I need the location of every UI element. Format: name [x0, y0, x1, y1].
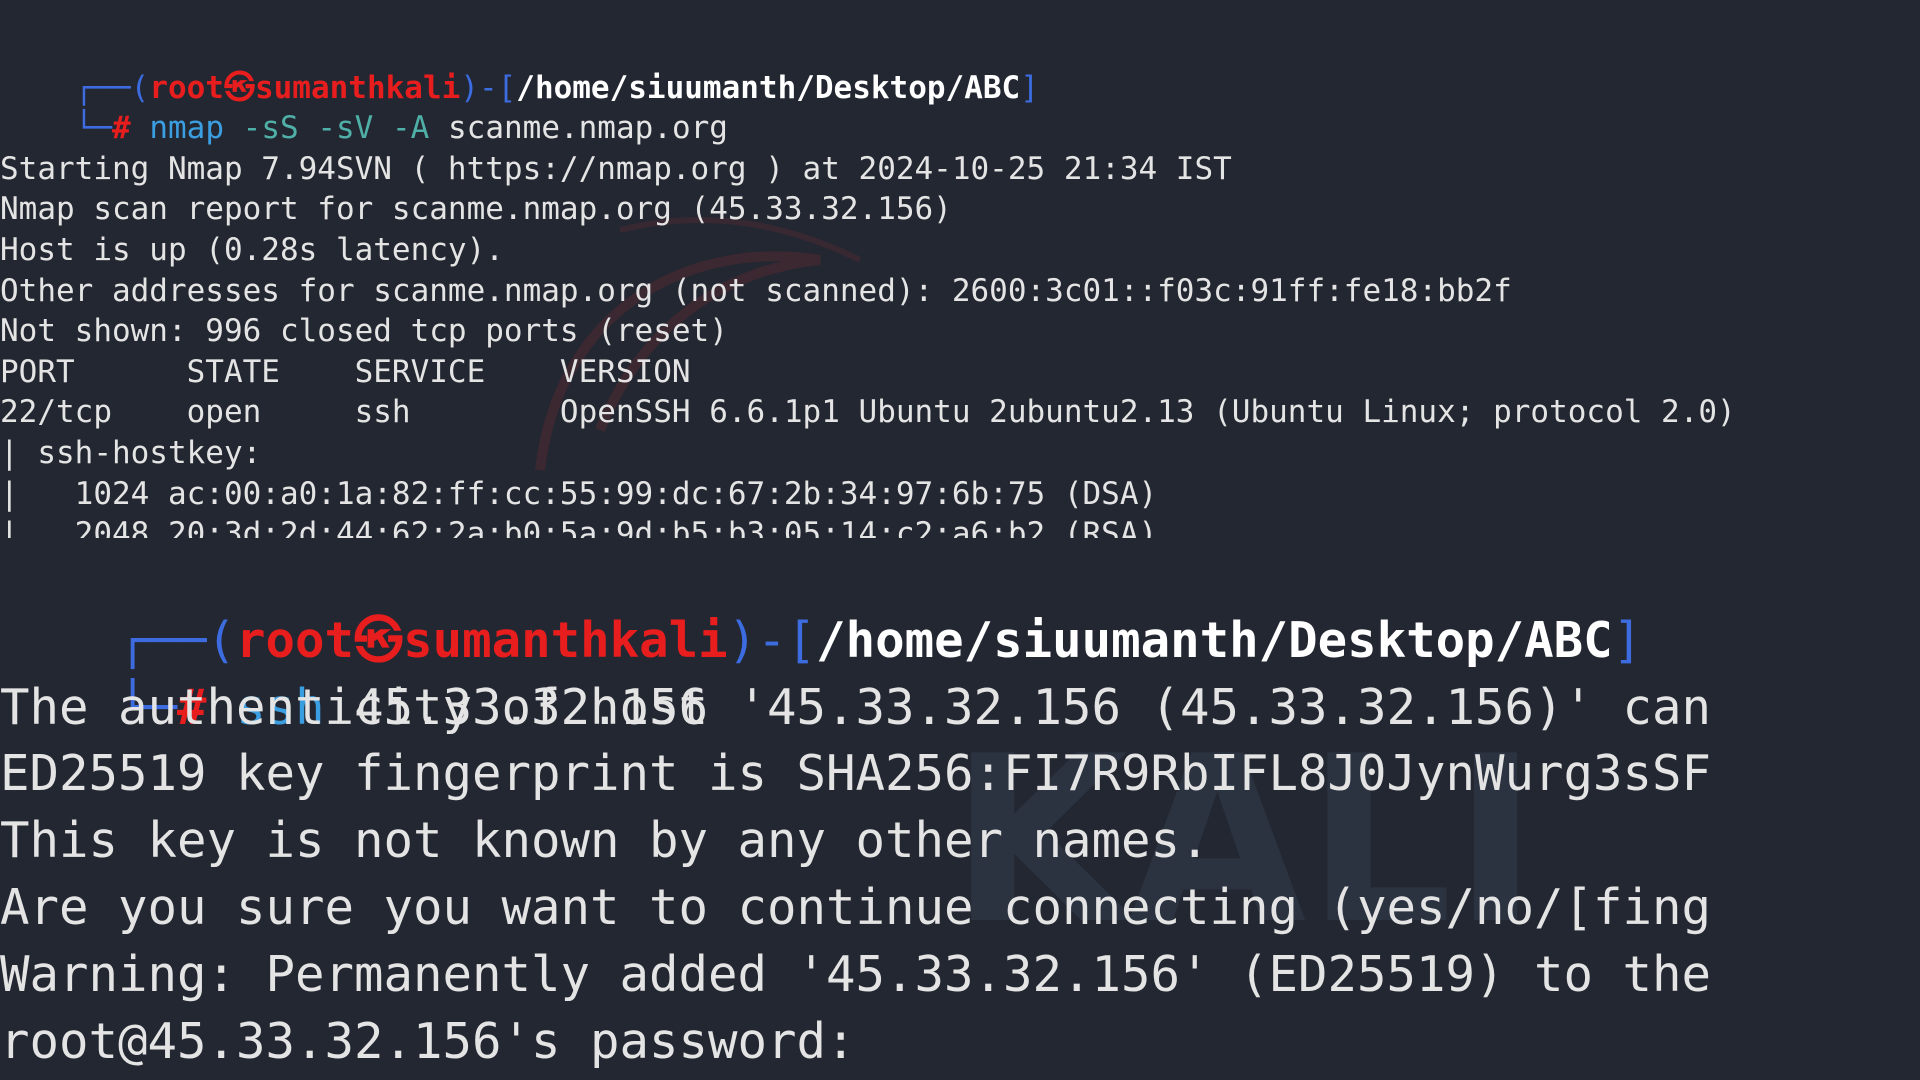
- command-name: nmap: [149, 110, 224, 147]
- terminal-pane-nmap[interactable]: ┌──(root㉿sumanthkali)-[/home/siuumanth/D…: [0, 0, 1920, 538]
- output-line: Other addresses for scanme.nmap.org (not…: [0, 272, 1512, 309]
- output-line: Are you sure you want to continue connec…: [0, 878, 1712, 936]
- output-line: Nmap scan report for scanme.nmap.org (45…: [0, 191, 952, 228]
- output-line: ED25519 key fingerprint is SHA256:FI7R9R…: [0, 745, 1712, 803]
- prompt-line: ┌──(root㉿sumanthkali)-[/home/siuumanth/D…: [0, 541, 1920, 669]
- output-line: This key is not known by any other names…: [0, 812, 1210, 870]
- output-line: | 1024 ac:00:a0:1a:82:ff:cc:55:99:dc:67:…: [0, 475, 1158, 512]
- command-flag: -sV: [317, 110, 374, 147]
- port-table-row: 22/tcp open ssh OpenSSH 6.6.1p1 Ubuntu 2…: [0, 394, 1736, 431]
- output-line: Host is up (0.28s latency).: [0, 231, 504, 268]
- output-line: Starting Nmap 7.94SVN ( https://nmap.org…: [0, 150, 1232, 187]
- prompt-hash: #: [111, 110, 131, 147]
- output-line: | ssh-hostkey:: [0, 434, 262, 471]
- command-line: └─# ssh 45.33.32.156: [0, 608, 1920, 736]
- command-line: └─# nmap -sS -sV -A scanme.nmap.org: [0, 68, 1920, 146]
- port-table-header: PORT STATE SERVICE VERSION: [0, 353, 691, 390]
- output-line: | 2048 20:3d:2d:44:62:2a:b0:5a:9d:b5:b3:…: [0, 516, 1158, 538]
- output-line: Warning: Permanently added '45.33.32.156…: [0, 945, 1712, 1003]
- command-flag: -A: [392, 110, 430, 147]
- output-line: The authenticity of host '45.33.32.156 (…: [0, 678, 1712, 736]
- terminal-pane-ssh[interactable]: ┌──(root㉿sumanthkali)-[/home/siuumanth/D…: [0, 538, 1920, 1080]
- prompt-corner-bottom: └─: [74, 110, 112, 147]
- prompt-line: ┌──(root㉿sumanthkali)-[/home/siuumanth/D…: [0, 27, 1920, 106]
- output-line: Not shown: 996 closed tcp ports (reset): [0, 313, 728, 350]
- command-target: scanme.nmap.org: [448, 110, 728, 147]
- command-flag: -sS: [242, 110, 299, 147]
- password-prompt[interactable]: root@45.33.32.156's password:: [0, 1009, 1920, 1076]
